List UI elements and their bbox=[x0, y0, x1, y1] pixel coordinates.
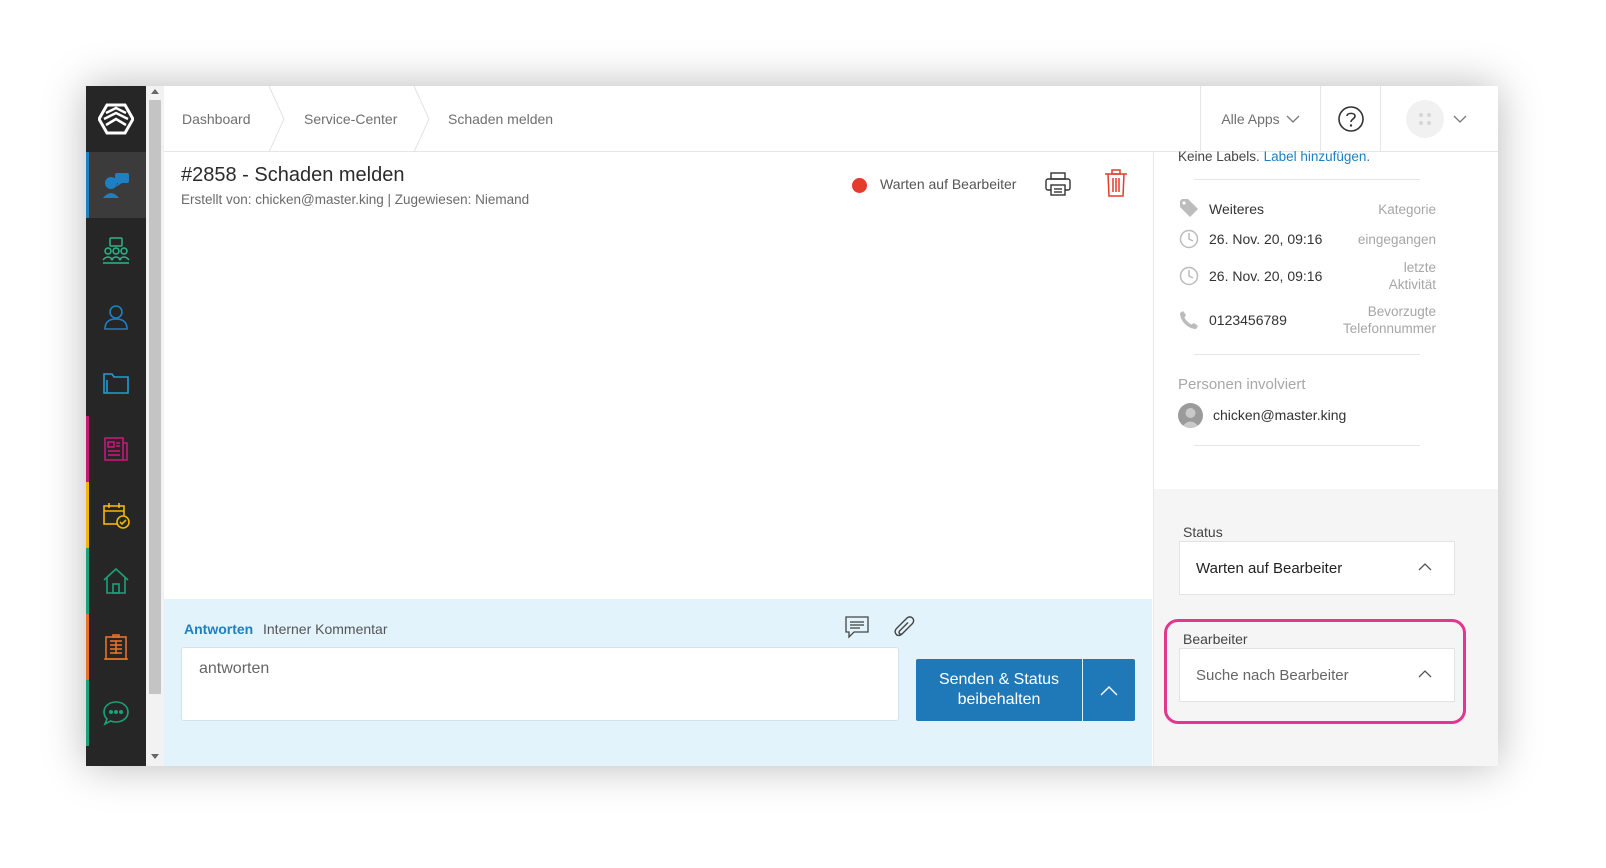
print-icon[interactable] bbox=[1044, 170, 1072, 198]
rail-item-teams[interactable] bbox=[86, 218, 146, 284]
phone-icon bbox=[1180, 311, 1198, 329]
received-value: 26. Nov. 20, 09:16 bbox=[1209, 231, 1323, 247]
chevron-down-icon bbox=[1453, 115, 1467, 123]
rail-item-service-center[interactable] bbox=[86, 152, 146, 218]
chat-person-icon bbox=[103, 173, 129, 198]
last-activity-value: 26. Nov. 20, 09:16 bbox=[1209, 268, 1323, 284]
breadcrumb-schaden-melden: Schaden melden bbox=[448, 111, 554, 127]
rail-item-contacts[interactable] bbox=[86, 284, 146, 350]
person-silhouette-icon bbox=[1181, 408, 1200, 428]
assignee-search[interactable]: Suche nach Bearbeiter bbox=[1179, 648, 1455, 702]
rail-item-calendar[interactable] bbox=[86, 482, 146, 548]
status-select-value: Warten auf Bearbeiter bbox=[1196, 559, 1343, 577]
rail-item-files[interactable] bbox=[86, 350, 146, 416]
chevron-down-icon bbox=[1286, 115, 1300, 123]
scroll-down-arrow-icon[interactable] bbox=[151, 754, 159, 759]
phone-label: Bevorzugte Telefonnummer bbox=[1342, 304, 1436, 336]
add-label-link[interactable]: Label hinzufügen. bbox=[1264, 149, 1371, 164]
persons-involved-title: Personen involviert bbox=[1178, 376, 1306, 393]
speech-bubble-icon bbox=[103, 701, 129, 726]
breadcrumb-dashboard[interactable]: Dashboard bbox=[182, 86, 251, 152]
chevron-up-icon bbox=[1418, 563, 1432, 571]
assignee-label: Bearbeiter bbox=[1183, 631, 1248, 647]
divider bbox=[1194, 179, 1420, 180]
rail-item-home[interactable] bbox=[86, 548, 146, 614]
ticket-title: #2858 - Schaden melden bbox=[181, 164, 405, 186]
person-avatar bbox=[1178, 403, 1203, 428]
send-button[interactable]: Senden & Status beibehalten bbox=[916, 659, 1082, 721]
tab-interner-kommentar[interactable]: Interner Kommentar bbox=[263, 621, 388, 637]
breadcrumb-separator-icon bbox=[268, 86, 285, 152]
building-icon bbox=[104, 634, 128, 660]
ticket-subtitle: Erstellt von: chicken@master.king | Zuge… bbox=[181, 192, 530, 207]
phone-value[interactable]: 0123456789 bbox=[1209, 312, 1287, 328]
chevron-up-icon bbox=[1418, 670, 1432, 678]
last-activity-label: letzte Aktivität bbox=[1388, 260, 1436, 292]
vertical-scrollbar[interactable] bbox=[146, 86, 164, 766]
tab-antworten[interactable]: Antworten bbox=[184, 621, 253, 637]
category-label: Kategorie bbox=[1378, 202, 1436, 217]
status-select[interactable]: Warten auf Bearbeiter bbox=[1179, 541, 1455, 595]
app-logo[interactable] bbox=[86, 86, 146, 152]
breadcrumb-service-center[interactable]: Service-Center bbox=[304, 86, 397, 152]
person-email[interactable]: chicken@master.king bbox=[1213, 407, 1346, 423]
avatar bbox=[1406, 100, 1444, 138]
scroll-up-arrow-icon[interactable] bbox=[151, 89, 159, 94]
scrollbar-thumb[interactable] bbox=[149, 100, 161, 694]
breadcrumb-separator-icon bbox=[413, 86, 430, 152]
logo-icon bbox=[98, 103, 134, 135]
ticket-details-panel: Keine Labels. Label hinzufügen. Weiteres… bbox=[1153, 149, 1498, 766]
help-button[interactable] bbox=[1320, 86, 1380, 152]
reply-input[interactable]: antworten bbox=[181, 647, 899, 721]
labels-line: Keine Labels. Label hinzufügen. bbox=[1178, 149, 1370, 164]
house-icon bbox=[103, 567, 129, 594]
ticket-status: Warten auf Bearbeiter bbox=[880, 176, 1017, 192]
status-label: Status bbox=[1183, 524, 1223, 540]
divider bbox=[1194, 354, 1420, 355]
send-options-button[interactable] bbox=[1083, 659, 1135, 721]
clock-icon bbox=[1179, 266, 1199, 286]
received-label: eingegangen bbox=[1357, 232, 1436, 247]
category-value: Weiteres bbox=[1209, 201, 1264, 217]
divider bbox=[1194, 445, 1420, 446]
chevron-up-icon bbox=[1100, 685, 1118, 695]
help-icon bbox=[1337, 106, 1364, 132]
status-dot-icon bbox=[852, 178, 867, 193]
rail-item-messages[interactable] bbox=[86, 680, 146, 746]
labels-text: Keine Labels. bbox=[1178, 149, 1260, 164]
all-apps-dropdown[interactable]: Alle Apps bbox=[1200, 86, 1320, 152]
reply-panel: Antworten Interner Kommentar antworten S… bbox=[164, 599, 1152, 766]
assignment-section: Status Warten auf Bearbeiter Bearbeiter … bbox=[1154, 489, 1498, 766]
folder-icon bbox=[103, 373, 129, 394]
trash-icon[interactable] bbox=[1104, 168, 1128, 198]
assignee-placeholder: Suche nach Bearbeiter bbox=[1196, 666, 1349, 684]
app-rail bbox=[86, 86, 146, 766]
tag-icon bbox=[1180, 199, 1198, 217]
group-icon bbox=[102, 237, 130, 264]
all-apps-label: Alle Apps bbox=[1221, 111, 1280, 127]
user-menu[interactable] bbox=[1380, 86, 1498, 152]
rail-item-news[interactable] bbox=[86, 416, 146, 482]
app-window: Dashboard Service-Center Schaden melden … bbox=[86, 86, 1498, 766]
paperclip-icon[interactable] bbox=[893, 614, 917, 640]
top-header: Dashboard Service-Center Schaden melden … bbox=[164, 86, 1498, 152]
ticket-main: #2858 - Schaden melden Erstellt von: chi… bbox=[164, 152, 1164, 766]
calendar-check-icon bbox=[103, 503, 130, 529]
clock-icon bbox=[1179, 229, 1199, 249]
comment-icon[interactable] bbox=[844, 615, 870, 639]
person-icon bbox=[104, 305, 128, 330]
newspaper-icon bbox=[104, 437, 128, 461]
rail-item-buildings[interactable] bbox=[86, 614, 146, 680]
